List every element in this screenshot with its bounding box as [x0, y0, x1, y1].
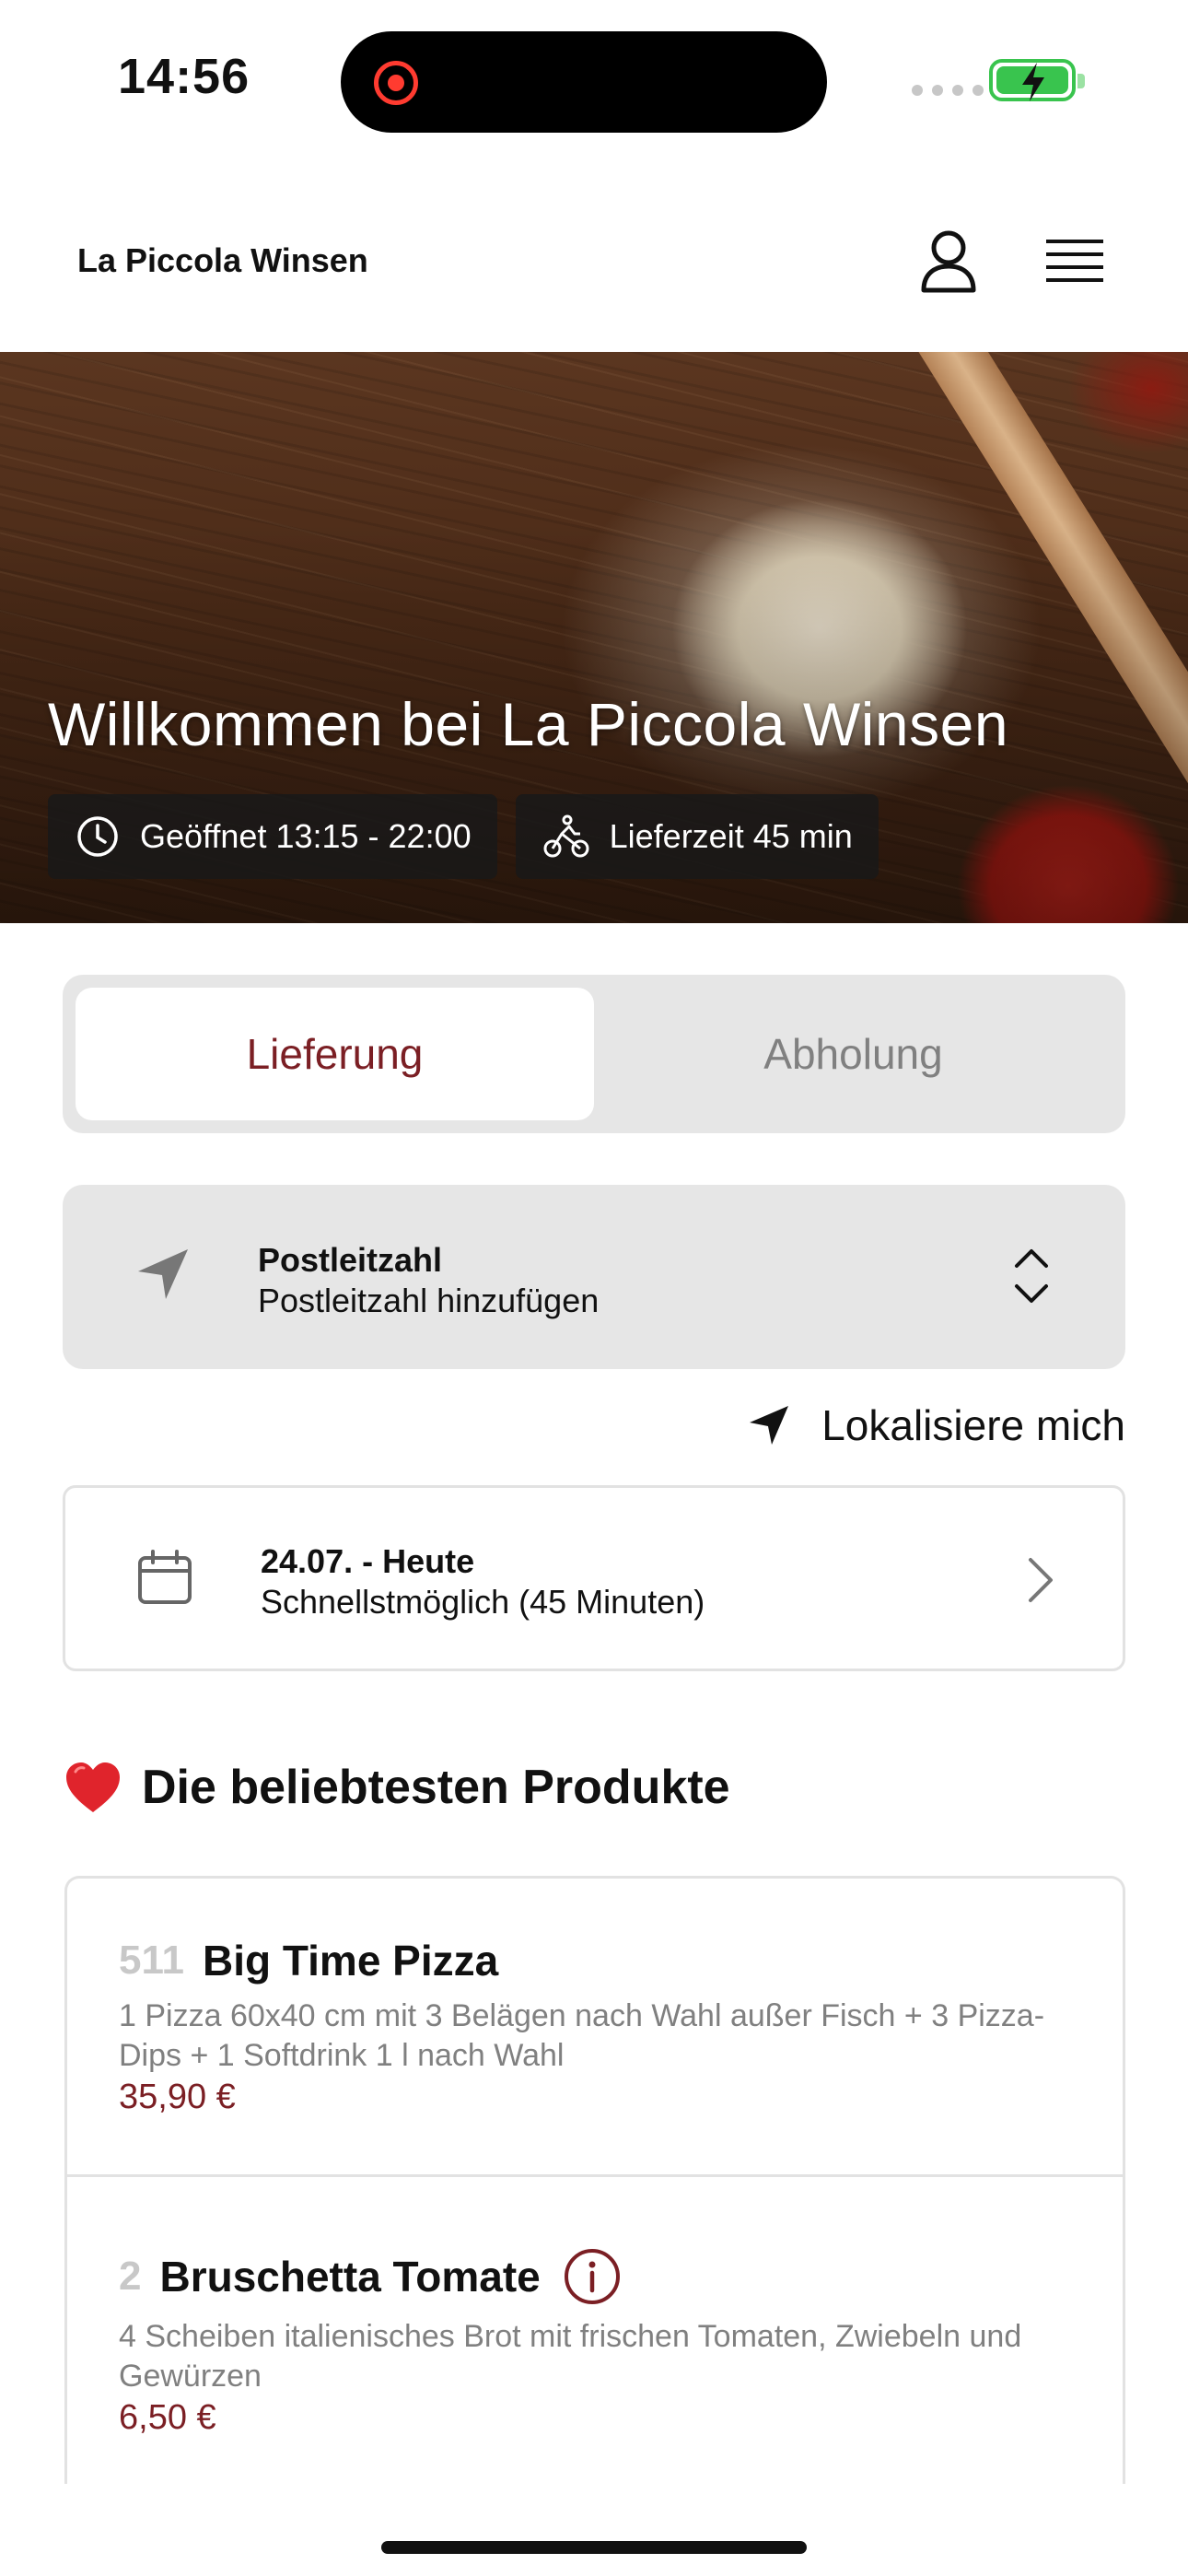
recording-indicator-icon	[374, 61, 418, 105]
dynamic-island	[341, 31, 827, 133]
product-description: 1 Pizza 60x40 cm mit 3 Belägen nach Wahl…	[119, 1998, 1045, 2073]
product-card[interactable]: 511 Big Time Pizza 1 Pizza 60x40 cm mit …	[67, 1879, 1123, 2177]
delivery-time-badge: Lieferzeit 45 min	[515, 794, 879, 879]
hero-title: Willkommen bei La Piccola Winsen	[48, 690, 1009, 758]
locate-me-button[interactable]: Lokalisiere mich	[748, 1400, 1125, 1450]
product-price: 6,50 €	[119, 2398, 216, 2437]
order-mode-toggle: Lieferung Abholung	[63, 975, 1125, 1133]
popular-products-title: Die beliebtesten Produkte	[142, 1761, 730, 1814]
bike-icon	[543, 814, 589, 858]
product-number: 511	[119, 1938, 184, 1983]
hero-banner: Willkommen bei La Piccola Winsen Geöffne…	[0, 352, 1188, 923]
product-list: 511 Big Time Pizza 1 Pizza 60x40 cm mit …	[64, 1876, 1125, 2484]
product-card[interactable]: 2 Bruschetta Tomate 4 Scheiben italienis…	[67, 2177, 1123, 2484]
product-name: Big Time Pizza	[202, 1937, 499, 1985]
info-icon[interactable]	[563, 2247, 622, 2306]
status-time: 14:56	[118, 49, 250, 104]
battery-icon	[989, 59, 1085, 101]
product-price: 35,90 €	[119, 2078, 236, 2116]
signal-icon	[912, 85, 984, 96]
brand-name: La Piccola Winsen	[77, 241, 368, 279]
postcode-selector[interactable]: Postleitzahl Postleitzahl hinzufügen	[63, 1185, 1125, 1369]
clock-icon	[77, 816, 118, 857]
user-icon	[921, 230, 976, 293]
postcode-label: Postleitzahl	[258, 1241, 443, 1279]
status-bar: 14:56	[0, 0, 1188, 157]
home-indicator[interactable]	[381, 2541, 807, 2554]
product-number: 2	[119, 2254, 142, 2299]
popular-products-heading: Die beliebtesten Produkte	[64, 1760, 730, 1815]
menu-icon	[1046, 240, 1103, 282]
profile-button[interactable]	[912, 223, 985, 300]
tab-pickup[interactable]: Abholung	[594, 988, 1112, 1120]
delivery-time-text: Lieferzeit 45 min	[609, 817, 853, 855]
menu-button[interactable]	[1035, 225, 1114, 299]
tab-delivery[interactable]: Lieferung	[76, 988, 594, 1120]
locate-me-label: Lokalisiere mich	[821, 1401, 1125, 1449]
app-header: La Piccola Winsen	[0, 175, 1188, 350]
hero-badges: Geöffnet 13:15 - 22:00 Lieferzeit 45 min	[48, 794, 879, 879]
delivery-time-option: Schnellstmöglich (45 Minuten)	[261, 1583, 705, 1621]
delivery-date: 24.07. - Heute	[261, 1542, 475, 1580]
delivery-time-selector[interactable]: 24.07. - Heute Schnellstmöglich (45 Minu…	[63, 1485, 1125, 1671]
postcode-value: Postleitzahl hinzufügen	[258, 1282, 600, 1319]
chevron-up-down-icon	[1015, 1249, 1048, 1303]
opening-hours-text: Geöffnet 13:15 - 22:00	[140, 817, 472, 855]
location-arrow-icon	[750, 1406, 789, 1445]
calendar-icon	[138, 1550, 192, 1604]
navigation-arrow-icon	[138, 1249, 188, 1299]
opening-hours-badge: Geöffnet 13:15 - 22:00	[48, 794, 497, 879]
product-description: 4 Scheiben italienisches Brot mit frisch…	[119, 2319, 1022, 2394]
heart-icon	[66, 1762, 120, 1812]
chevron-right-icon	[1029, 1558, 1053, 1602]
product-name: Bruschetta Tomate	[159, 2253, 541, 2301]
